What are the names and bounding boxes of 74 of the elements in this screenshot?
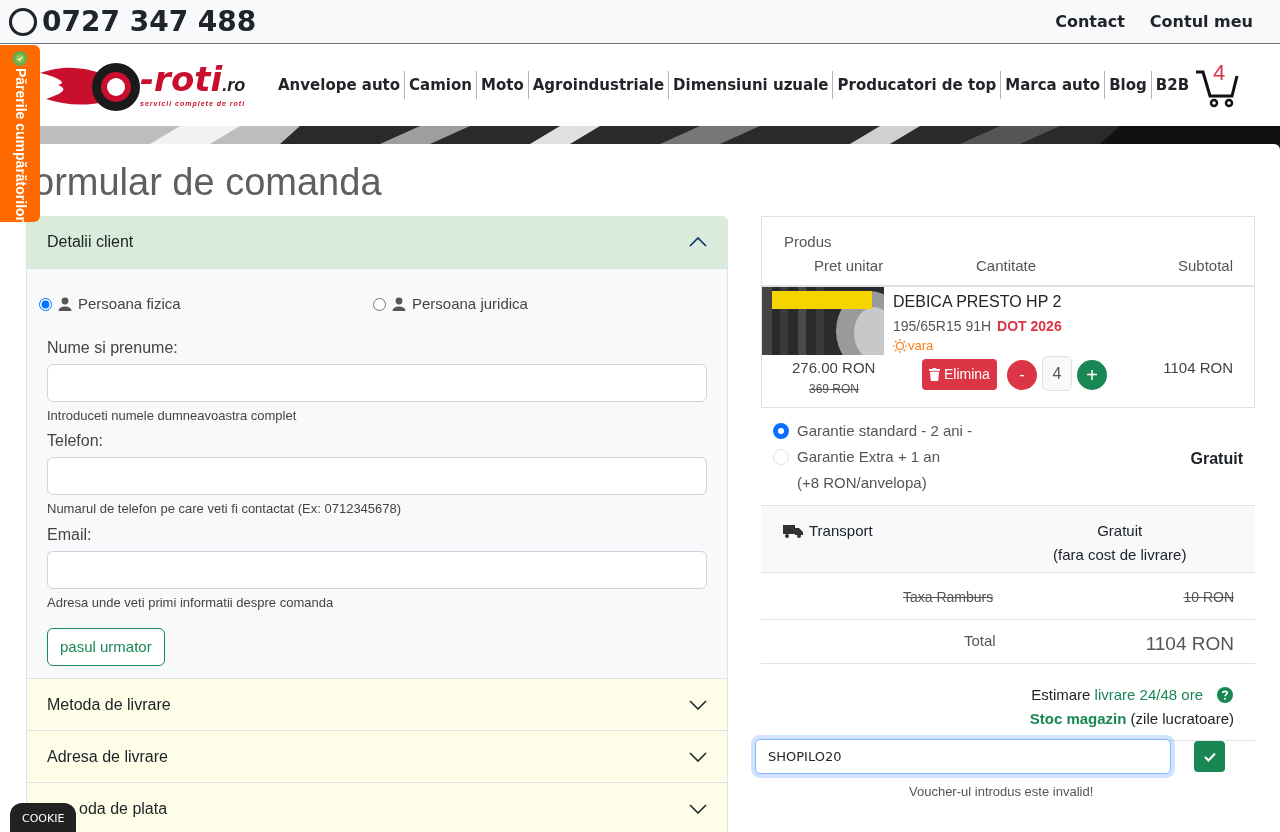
nav-link[interactable]: Producatori de top xyxy=(837,73,997,97)
accordion-header[interactable]: Adresa de livrare xyxy=(26,730,728,782)
cookie-button[interactable]: COOKIE xyxy=(10,803,77,832)
radio-label[interactable]: Garantie standard - 2 ani - xyxy=(797,418,973,444)
product-name[interactable]: DEBICA PRESTO HP 2 xyxy=(893,290,1062,314)
unit-price: 276.00 RON xyxy=(792,358,876,378)
season-label: vara xyxy=(908,337,934,355)
logo-name[interactable]: -roti xyxy=(140,60,223,97)
voucher-field[interactable]: SHOPILO20 xyxy=(755,739,1171,774)
accordion-header[interactable]: Metoda de livrare xyxy=(26,678,728,730)
dot-label: DOT 2026 xyxy=(997,317,1062,336)
tire-size: 195/65R15 91H xyxy=(893,317,992,336)
top-link[interactable]: Contul meu xyxy=(1149,9,1253,34)
radio-button[interactable] xyxy=(373,297,386,311)
nav-link[interactable]: Dimensiuni uzuale xyxy=(673,73,829,97)
phone-number: 0727 347 488 xyxy=(42,3,257,40)
radio-button[interactable] xyxy=(773,423,789,439)
total-value: 1104 RON xyxy=(1145,632,1234,656)
minus-button[interactable]: - xyxy=(1007,360,1037,390)
help-text: Numarul de telefon pe care veti fi contactat (Ex: 0712345678) xyxy=(47,500,403,518)
field-label: Nume si prenume: xyxy=(47,337,179,358)
column-header: Cantitate xyxy=(976,256,1037,276)
column-header: Subtotal xyxy=(1177,256,1233,276)
radio-label[interactable]: Garantie Extra + 1 an xyxy=(797,444,940,470)
radio-label[interactable]: Persoana juridica xyxy=(412,293,528,316)
check-icon xyxy=(1203,751,1216,762)
accordion-header[interactable]: Detalii client xyxy=(26,216,728,268)
radio-label[interactable]: Persoana fizica xyxy=(78,293,181,316)
nav-link[interactable]: Marca auto xyxy=(1005,73,1101,97)
radio-note: (+8 RON/anvelopa) xyxy=(797,473,928,493)
stock-info: Stoc magazin (zile lucratoare) xyxy=(1029,709,1234,729)
next-step-button[interactable]: pasul urmator xyxy=(47,628,165,666)
help-icon[interactable] xyxy=(1217,687,1233,703)
nav-link[interactable]: Blog xyxy=(1109,73,1147,97)
apply-voucher-button[interactable] xyxy=(1194,741,1225,772)
nav-link[interactable]: Camion xyxy=(409,73,472,97)
old-price: 369 RON xyxy=(809,381,860,398)
column-header: Produs xyxy=(784,232,832,252)
trash-icon xyxy=(929,368,940,381)
input-field[interactable] xyxy=(47,457,707,495)
subtotal: 1104 RON xyxy=(1163,358,1233,378)
total-label: Total xyxy=(964,631,996,651)
field-label: Email: xyxy=(47,524,93,545)
nav-link[interactable]: Agroindustriale xyxy=(532,73,665,97)
quantity-field[interactable]: 4 xyxy=(1042,356,1072,391)
delivery-estimate: Estimare livrare 24/48 ore xyxy=(1031,685,1203,705)
warranty-price: Gratuit xyxy=(1190,449,1243,469)
nav-link[interactable]: Moto xyxy=(481,73,524,97)
nav-link[interactable]: Anvelope auto xyxy=(278,73,401,97)
phone-icon xyxy=(8,6,38,37)
input-field[interactable] xyxy=(47,363,707,402)
cart-count: 4 xyxy=(1213,59,1226,87)
input-field[interactable] xyxy=(47,550,707,589)
sun-icon xyxy=(893,338,907,353)
truck-icon xyxy=(783,524,803,539)
help-text: Introduceti numele dumneavoastra complet xyxy=(47,406,298,425)
radio-button[interactable] xyxy=(39,297,52,311)
cod-fee-label: Taxa Ramburs xyxy=(903,588,994,607)
person-icon xyxy=(58,297,72,312)
transport-label: Transport xyxy=(809,521,873,541)
person-icon xyxy=(392,297,406,312)
cod-fee-value: 10 RON xyxy=(1183,588,1234,607)
help-text: Adresa unde veti primi informatii despre comanda xyxy=(47,593,335,612)
top-link[interactable]: Contact xyxy=(1055,9,1125,34)
voucher-error: Voucher-ul introdus este invalid! xyxy=(909,783,1094,801)
nav-link[interactable]: B2B xyxy=(1155,73,1190,97)
column-header: Pret unitar xyxy=(814,256,884,276)
logo-suffix[interactable]: .ro xyxy=(222,71,246,99)
transport-note: (fara cost de livrare) xyxy=(1053,545,1187,565)
remove-button[interactable]: Elimina xyxy=(922,359,997,390)
plus-button[interactable]: + xyxy=(1077,360,1107,390)
transport-price: Gratuit xyxy=(1097,521,1143,541)
delivery-link[interactable]: livrare 24/48 ore xyxy=(1094,686,1203,703)
field-label: Telefon: xyxy=(47,431,105,451)
